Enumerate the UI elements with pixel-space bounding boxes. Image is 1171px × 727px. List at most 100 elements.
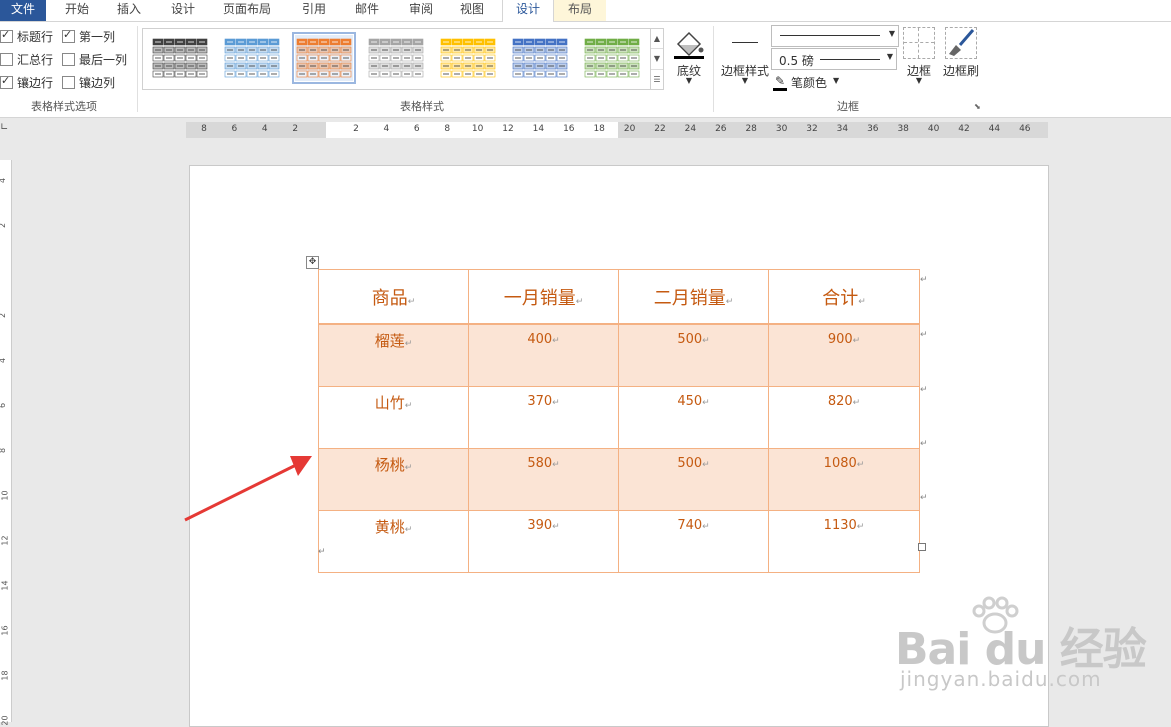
tab-file[interactable]: 文件 <box>0 0 46 21</box>
tab-selector-icon[interactable]: ∟ <box>0 122 11 138</box>
vruler-tick-label: 2 <box>0 223 7 228</box>
brush-icon <box>949 29 975 56</box>
table-cell[interactable]: 390↵ <box>468 510 619 573</box>
tab-home[interactable]: 开始 <box>52 0 102 21</box>
table-style-swatch[interactable] <box>292 32 356 84</box>
table-style-swatch[interactable] <box>439 35 497 81</box>
divider <box>137 26 138 112</box>
pen-weight-dropdown[interactable]: 0.5 磅 ▼ <box>771 48 897 70</box>
ruler-tick-label: 28 <box>745 124 757 134</box>
ruler-tick-label: 6 <box>231 124 238 134</box>
tab-view[interactable]: 视图 <box>450 0 494 21</box>
table-cell[interactable]: 榴莲↵ <box>318 323 469 387</box>
ruler-tick-label: 44 <box>988 124 1001 134</box>
header-cell[interactable]: 二月销量↵ <box>618 269 769 325</box>
red-arrow-annotation <box>184 456 312 522</box>
first-column-checkbox[interactable] <box>62 28 75 43</box>
end-of-row-mark: ↵ <box>920 275 928 285</box>
table-cell[interactable]: 900↵ <box>768 323 920 387</box>
table-move-handle-icon[interactable]: ✥ <box>306 256 319 269</box>
ruler-tick-label: 18 <box>593 124 605 134</box>
table-style-swatch[interactable] <box>583 35 641 81</box>
table-cell[interactable]: 450↵ <box>618 386 769 449</box>
gallery-more-icon[interactable]: ☰ <box>651 70 663 89</box>
pen-icon: ✎ <box>775 74 786 88</box>
vertical-ruler[interactable]: 4 2 2 4 6 8 10 12 14 16 18 20 <box>0 160 12 726</box>
banded-columns-option[interactable]: 镶边列 <box>62 74 115 91</box>
chevron-down-icon[interactable]: ▼ <box>887 52 893 61</box>
last-column-checkbox[interactable] <box>62 53 75 66</box>
header-cell[interactable]: 一月销量↵ <box>468 269 619 325</box>
chevron-down-icon[interactable]: ▼ <box>899 76 939 85</box>
table-cell[interactable]: 580↵ <box>468 448 619 511</box>
table-style-swatch[interactable] <box>223 35 281 81</box>
paint-bucket-icon <box>674 31 704 59</box>
banded-columns-checkbox[interactable] <box>62 76 75 89</box>
header-cell[interactable]: 合计↵ <box>768 269 920 325</box>
dialog-launcher-icon[interactable]: ⬊ <box>974 102 981 111</box>
table-style-swatch[interactable] <box>511 35 569 81</box>
table-cell[interactable]: 400↵ <box>468 323 619 387</box>
chevron-down-icon[interactable]: ▼ <box>672 76 706 85</box>
line-style-dropdown[interactable]: ▼ <box>771 25 899 47</box>
table-styles-gallery: ▲ ▼ ☰ <box>142 28 664 90</box>
ruler-tick-label: 12 <box>502 124 514 134</box>
header-row-checkbox[interactable] <box>0 28 13 43</box>
tab-table-design[interactable]: 设计 <box>502 0 554 23</box>
vruler-tick-label: 12 <box>0 535 10 546</box>
tab-page-layout[interactable]: 页面布局 <box>214 0 280 21</box>
ruler-tick-label: 34 <box>836 124 849 134</box>
table-cell[interactable]: 820↵ <box>768 386 920 449</box>
table-cell[interactable]: 370↵ <box>468 386 619 449</box>
borders-grid-icon[interactable] <box>903 27 935 59</box>
table-header-row: 商品↵ 一月销量↵ 二月销量↵ 合计↵ <box>318 269 920 325</box>
tab-references[interactable]: 引用 <box>292 0 336 21</box>
first-column-option[interactable]: 第一列 <box>62 28 115 45</box>
pen-color-bar <box>773 88 787 91</box>
ruler-tick-label: 10 <box>471 124 484 134</box>
total-row-checkbox[interactable] <box>0 53 13 66</box>
pen-color-button[interactable]: ✎ 笔颜色 ▼ <box>773 74 845 91</box>
ruler-tick-label: 16 <box>563 124 575 134</box>
table-cell[interactable]: 山竹↵ <box>318 386 469 449</box>
border-painter-icon[interactable] <box>945 27 977 59</box>
tab-table-layout[interactable]: 布局 <box>554 0 606 21</box>
border-style-line-icon <box>732 42 758 43</box>
tab-design[interactable]: 设计 <box>160 0 206 21</box>
table-cell[interactable]: 1130↵ <box>768 510 920 573</box>
end-of-row-mark: ↵ <box>920 439 928 449</box>
table-cell[interactable]: 1080↵ <box>768 448 920 511</box>
table-cell[interactable]: 杨桃↵ <box>318 448 469 511</box>
horizontal-ruler[interactable]: 8 6 4 2 2 4 6 8 10 12 14 16 18 20 22 24 26 28 30 32 34 36 38 40… <box>186 122 1048 138</box>
table-cell[interactable]: 500↵ <box>618 448 769 511</box>
banded-rows-checkbox[interactable] <box>0 74 13 89</box>
tab-mailings[interactable]: 邮件 <box>344 0 390 21</box>
header-row-option[interactable]: 标题行 <box>0 28 53 45</box>
table-cell[interactable]: 740↵ <box>618 510 769 573</box>
banded-rows-option[interactable]: 镶边行 <box>0 74 53 91</box>
gallery-up-icon[interactable]: ▲ <box>651 29 663 50</box>
chevron-down-icon[interactable]: ▼ <box>889 29 895 38</box>
last-column-option[interactable]: 最后一列 <box>62 51 127 68</box>
chevron-down-icon[interactable]: ▼ <box>717 76 773 85</box>
border-painter-label[interactable]: 边框刷 <box>939 62 983 79</box>
table-style-swatch[interactable] <box>151 35 209 81</box>
paragraph-mark: ↵ <box>318 547 326 557</box>
gallery-down-icon[interactable]: ▼ <box>651 49 663 70</box>
table-resize-handle[interactable] <box>918 543 926 551</box>
tab-insert[interactable]: 插入 <box>106 0 152 21</box>
table-cell[interactable]: 黄桃↵ <box>318 510 469 573</box>
header-cell[interactable]: 商品↵ <box>318 269 469 325</box>
shading-button[interactable] <box>672 26 706 62</box>
table-style-swatch[interactable] <box>367 35 425 81</box>
baidu-jingyan-watermark: Bai du 经验 jingyan.baidu.com <box>895 595 1165 695</box>
ruler-tick-label: 2 <box>292 124 299 134</box>
tab-review[interactable]: 审阅 <box>398 0 444 21</box>
ribbon: 标题行 第一列 汇总行 最后一列 镶边行 镶边列 表格样式选项 ▲ ▼ ☰ 表格… <box>0 22 1171 118</box>
chevron-down-icon[interactable]: ▼ <box>833 76 839 85</box>
sales-table[interactable]: 商品↵ 一月销量↵ 二月销量↵ 合计↵ 榴莲↵ 400↵ 500↵ 900↵ 山… <box>318 269 920 573</box>
total-row-option[interactable]: 汇总行 <box>0 51 53 68</box>
borders-group-label: 边框 <box>837 100 859 113</box>
table-cell[interactable]: 500↵ <box>618 323 769 387</box>
vruler-tick-label: 4 <box>0 178 7 183</box>
